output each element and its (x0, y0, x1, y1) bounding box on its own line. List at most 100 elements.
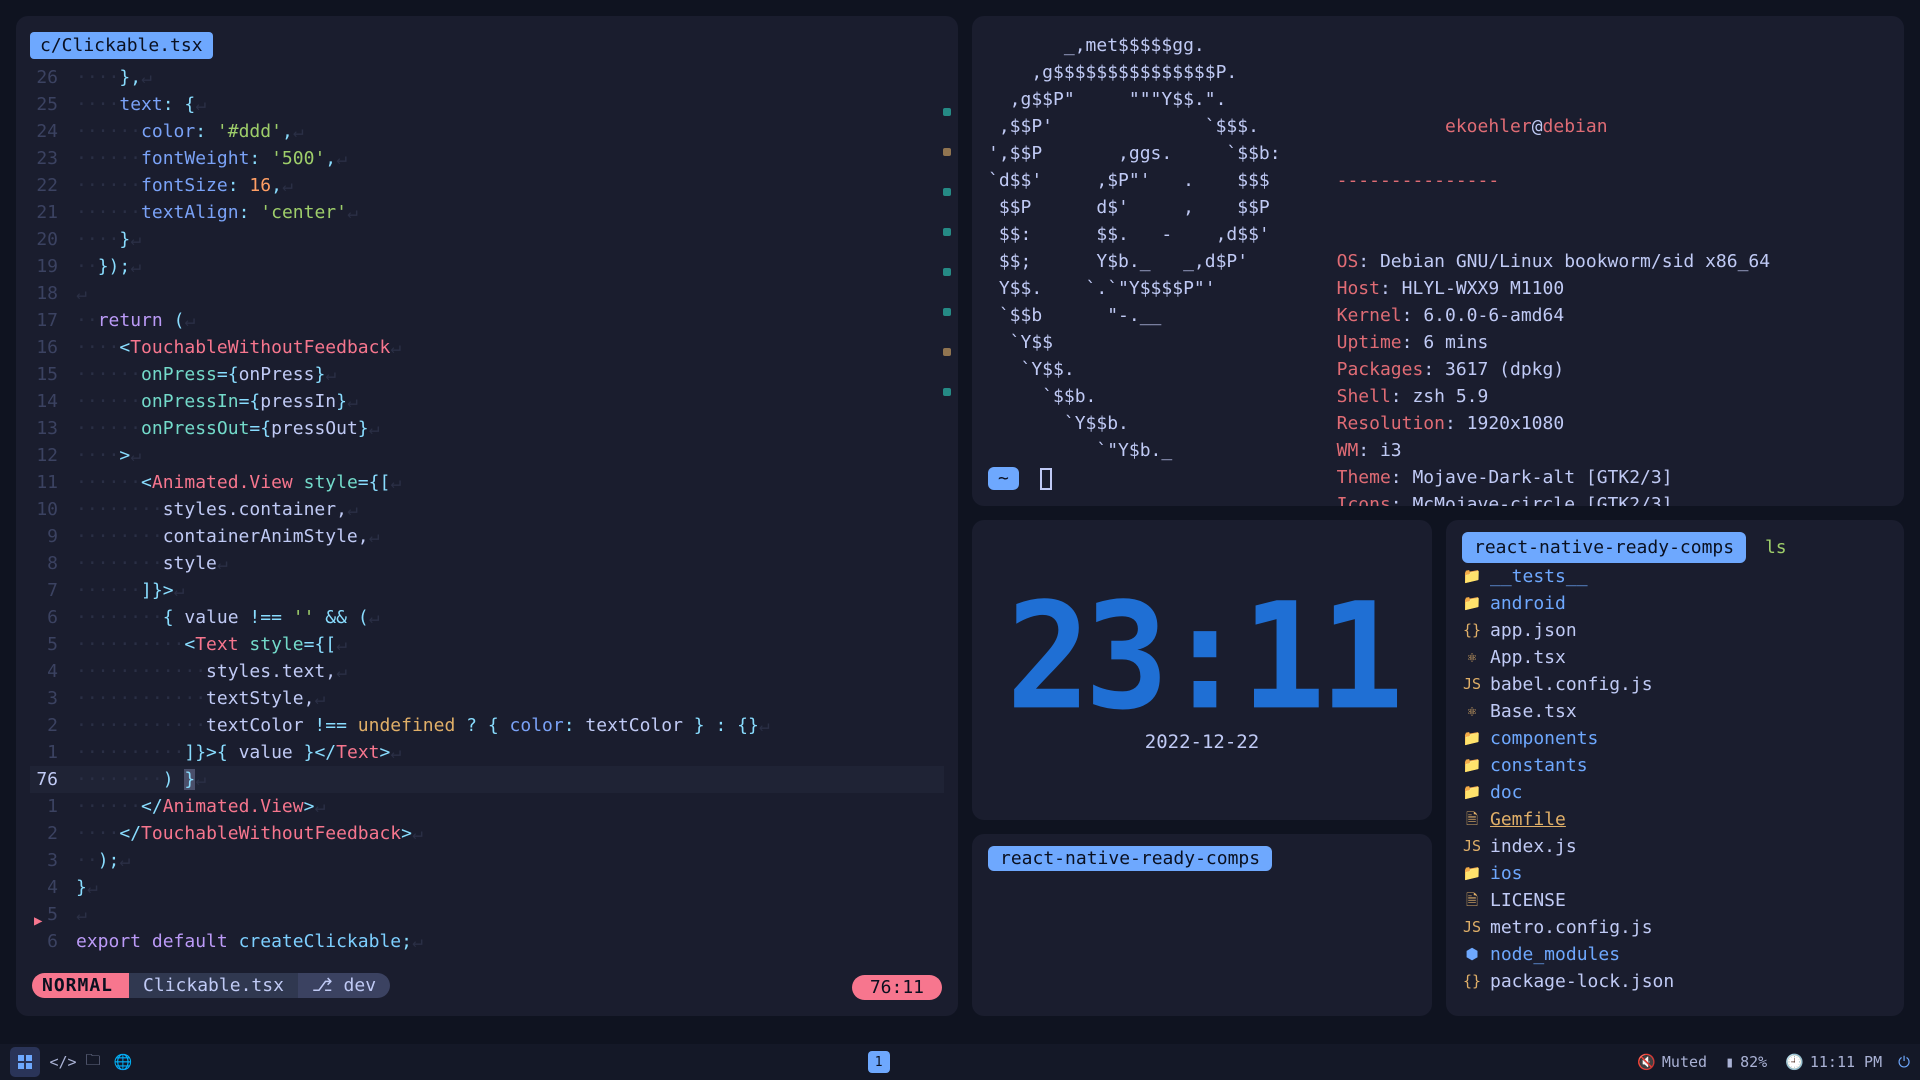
file-name: __tests__ (1490, 563, 1588, 590)
line-number: 1 (30, 793, 76, 820)
code-line[interactable]: 2············textColor !== undefined ? {… (30, 712, 944, 739)
file-entry[interactable]: ⚛Base.tsx (1462, 698, 1888, 725)
code-line[interactable]: 22······fontSize: 16,↵ (30, 172, 944, 199)
code-line[interactable]: 15······onPress={onPress}↵ (30, 361, 944, 388)
code-line[interactable]: 7······]}>↵ (30, 577, 944, 604)
neofetch-user: ekoehler (1445, 116, 1532, 137)
code-line[interactable]: 6export default createClickable;↵ (30, 928, 944, 955)
code-line[interactable]: 16····<TouchableWithoutFeedback↵ (30, 334, 944, 361)
file-icon: {} (1462, 968, 1482, 995)
status-filename: Clickable.tsx (129, 973, 298, 998)
editor-statusbar: NORMAL Clickable.tsx ⎇ dev (32, 970, 390, 1000)
line-number: 20 (30, 226, 76, 253)
code-line[interactable]: 1··········]}>{ value }</Text>↵ (30, 739, 944, 766)
terminal-pane[interactable]: react-native-ready-comps (972, 834, 1432, 1016)
code-line[interactable]: 14······onPressIn={pressIn}↵ (30, 388, 944, 415)
files-launcher[interactable]: 🗀 (78, 1047, 108, 1077)
line-number: 3 (30, 685, 76, 712)
code-line[interactable]: 8········style↵ (30, 550, 944, 577)
neofetch-row: OS: Debian GNU/Linux bookworm/sid x86_64 (1337, 248, 1825, 275)
file-entry[interactable]: {}app.json (1462, 617, 1888, 644)
line-number: 1 (30, 739, 76, 766)
code-line[interactable]: 12····>↵ (30, 442, 944, 469)
neofetch-row: Uptime: 6 mins (1337, 329, 1825, 356)
file-name: components (1490, 725, 1598, 752)
code-line[interactable]: 2····</TouchableWithoutFeedback>↵ (30, 820, 944, 847)
code-line[interactable]: 21······textAlign: 'center'↵ (30, 199, 944, 226)
code-line[interactable]: 9········containerAnimStyle,↵ (30, 523, 944, 550)
line-number: 4 (30, 874, 76, 901)
code-line[interactable]: 76········) }↵ (30, 766, 944, 793)
file-icon: JS (1462, 914, 1482, 941)
file-entry[interactable]: 📁doc (1462, 779, 1888, 806)
file-entry[interactable]: JSbabel.config.js (1462, 671, 1888, 698)
file-entry[interactable]: 📁 components (1462, 725, 1888, 752)
code-area[interactable]: 26····},↵25····text: {↵24······color: '#… (30, 64, 944, 968)
file-entry[interactable]: ⬢node_modules (1462, 941, 1888, 968)
file-entry[interactable]: ⚛ App.tsx (1462, 644, 1888, 671)
line-number: 76 (30, 766, 76, 793)
file-entry[interactable]: 📁ios (1462, 860, 1888, 887)
line-number: 9 (30, 523, 76, 550)
start-button[interactable] (10, 1047, 40, 1077)
battery-status[interactable]: ▮82% (1725, 1053, 1767, 1071)
code-line[interactable]: 11······<Animated.View style={[↵ (30, 469, 944, 496)
line-number: 24 (30, 118, 76, 145)
line-number: 17 (30, 307, 76, 334)
file-icon: 📁 (1462, 725, 1482, 752)
code-line[interactable]: 20····}↵ (30, 226, 944, 253)
file-entry[interactable]: JSmetro.config.js (1462, 914, 1888, 941)
clock-icon: 🕘 (1785, 1053, 1804, 1071)
code-line[interactable]: 23······fontWeight: '500',↵ (30, 145, 944, 172)
code-line[interactable]: 13······onPressOut={pressOut}↵ (30, 415, 944, 442)
file-name: app.json (1490, 617, 1577, 644)
status-branch: ⎇ dev (298, 973, 390, 998)
browser-launcher[interactable]: 🌐 (108, 1047, 138, 1077)
taskbar: </> 🗀 🌐 1 🔇Muted ▮82% 🕘11:11 PM ⏻ (0, 1044, 1920, 1080)
line-number: 12 (30, 442, 76, 469)
code-line[interactable]: 25····text: {↵ (30, 91, 944, 118)
power-button[interactable]: ⏻ (1898, 1053, 1910, 1071)
code-line[interactable]: 3············textStyle,↵ (30, 685, 944, 712)
file-entry[interactable]: 📁__tests__ (1462, 563, 1888, 590)
grid-icon (18, 1055, 32, 1069)
code-line[interactable]: 18↵ (30, 280, 944, 307)
file-name: App.tsx (1490, 644, 1566, 671)
line-number: 2 (30, 820, 76, 847)
file-entry[interactable]: 📁android (1462, 590, 1888, 617)
editor-tab[interactable]: c/Clickable.tsx (30, 32, 213, 59)
folder-icon: 🗀 (85, 1050, 100, 1075)
code-line[interactable]: 4············styles.text,↵ (30, 658, 944, 685)
code-line[interactable]: 24······color: '#ddd',↵ (30, 118, 944, 145)
code-line[interactable]: 3··);↵ (30, 847, 944, 874)
code-line[interactable]: 4}↵ (30, 874, 944, 901)
volume-status[interactable]: 🔇Muted (1637, 1053, 1707, 1071)
file-name: index.js (1490, 833, 1577, 860)
clock-status[interactable]: 🕘11:11 PM (1785, 1053, 1882, 1071)
line-number: 14 (30, 388, 76, 415)
code-line[interactable]: 6········{ value !== '' && (↵ (30, 604, 944, 631)
file-entry[interactable]: {}package-lock.json (1462, 968, 1888, 995)
scrollbar-minimap[interactable] (940, 76, 954, 956)
code-line[interactable]: 26····},↵ (30, 64, 944, 91)
workspace-indicator[interactable]: 1 (868, 1051, 890, 1073)
neofetch-row: Icons: McMojave-circle [GTK2/3] (1337, 491, 1825, 506)
code-line[interactable]: 5··········<Text style={[↵ (30, 631, 944, 658)
debian-ascii-art: _,met$$$$$gg. ,g$$$$$$$$$$$$$$$P. ,g$$P"… (988, 32, 1281, 464)
code-launcher[interactable]: </> (48, 1047, 78, 1077)
mute-icon: 🔇 (1637, 1053, 1656, 1071)
file-icon: JS (1462, 833, 1482, 860)
code-line[interactable]: 5↵ (30, 901, 944, 928)
file-entry[interactable]: JS index.js (1462, 833, 1888, 860)
file-entry[interactable]: 📁constants (1462, 752, 1888, 779)
neofetch-host: debian (1543, 116, 1608, 137)
file-entry[interactable]: 🗎Gemfile (1462, 806, 1888, 833)
code-line[interactable]: 1······</Animated.View>↵ (30, 793, 944, 820)
code-line[interactable]: 10········styles.container,↵ (30, 496, 944, 523)
file-browser-pane[interactable]: react-native-ready-comps ls 📁__tests__📁a… (1446, 520, 1904, 1016)
code-line[interactable]: 19··});↵ (30, 253, 944, 280)
code-line[interactable]: 17··return (↵ (30, 307, 944, 334)
file-entry[interactable]: 🗎LICENSE (1462, 887, 1888, 914)
shell-prompt[interactable]: ~ (988, 467, 1052, 490)
file-icon: ⚛ (1462, 644, 1482, 671)
